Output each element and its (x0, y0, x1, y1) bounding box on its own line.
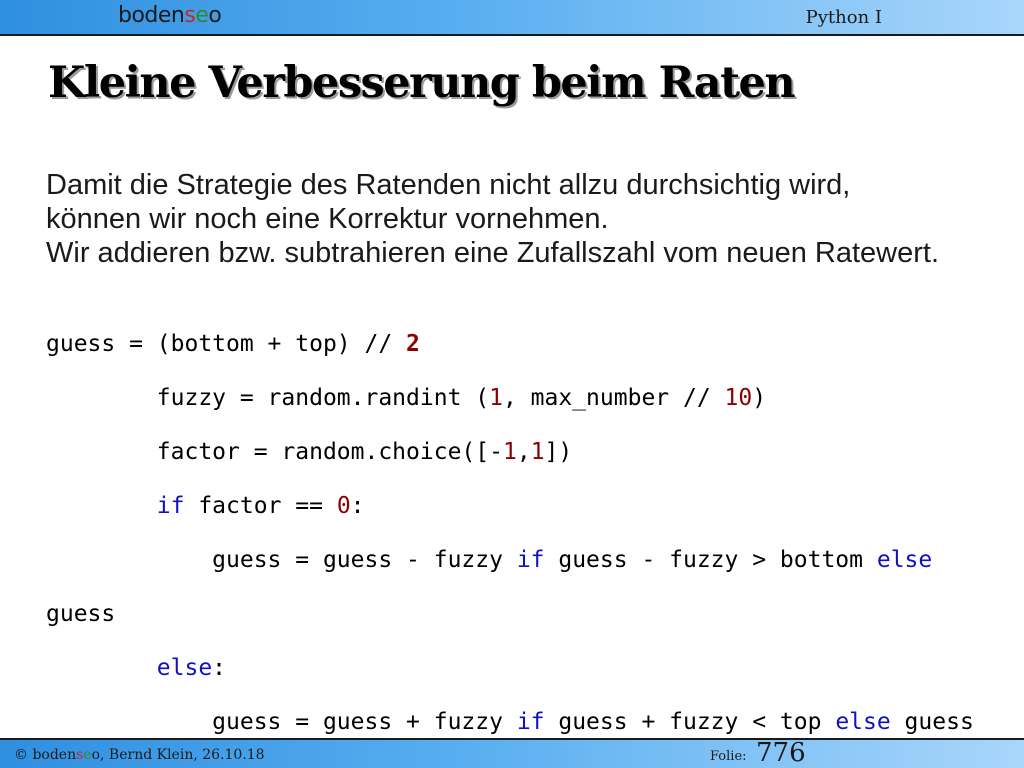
course-title: Python I (805, 7, 882, 28)
code-text: : (350, 493, 365, 519)
code-text: fuzzy = random.randint ( (46, 385, 490, 411)
code-text: , max_number // (502, 385, 725, 411)
code-keyword: if (516, 709, 545, 735)
code-line: fuzzy = random.randint (1, max_number //… (46, 385, 974, 412)
slide-number: 776 (756, 738, 806, 768)
code-text: factor == (184, 493, 337, 519)
code-line: guess (46, 601, 974, 628)
code-number: 10 (724, 385, 753, 411)
code-number: 1 (530, 439, 545, 465)
code-text: ]) (544, 439, 573, 465)
code-block: guess = (bottom + top) // 2 fuzzy = rand… (46, 304, 974, 763)
code-line: guess = guess - fuzzy if guess - fuzzy >… (46, 547, 974, 574)
code-text: guess = guess + fuzzy (46, 709, 517, 735)
header-bar: bodenseo Python I (0, 0, 1024, 36)
code-number: 2 (406, 331, 420, 357)
footer-bar: © bodenseo, Bernd Klein, 26.10.18 Folie:… (0, 738, 1024, 768)
slide-title: Kleine Verbesserung beim Raten (48, 58, 796, 108)
slide-body: Damit die Strategie des Ratenden nicht a… (46, 168, 1006, 270)
code-keyword: if (516, 547, 545, 573)
code-number: 1 (502, 439, 517, 465)
code-line: else: (46, 655, 974, 682)
code-text: guess (890, 709, 974, 735)
code-line: guess = guess + fuzzy if guess + fuzzy <… (46, 709, 974, 736)
logo-part-boden: boden (118, 3, 185, 28)
body-line: Wir addieren bzw. subtrahieren eine Zufa… (46, 237, 940, 269)
code-line: guess = (bottom + top) // 2 (46, 331, 974, 358)
code-keyword: if (156, 493, 185, 519)
slide-number-label: Folie: (710, 749, 747, 764)
code-text: ) (752, 385, 767, 411)
code-text: : (212, 655, 227, 681)
code-text: guess - fuzzy > bottom (544, 547, 877, 573)
logo-part-o: o (208, 3, 222, 28)
code-number: 0 (336, 493, 351, 519)
code-line: if factor == 0: (46, 493, 974, 520)
code-keyword: else (835, 709, 891, 735)
copyright-prefix: © boden (14, 747, 77, 763)
code-line: factor = random.choice([-1,1]) (46, 439, 974, 466)
copyright-logo-e: e (83, 747, 92, 763)
code-keyword: else (156, 655, 213, 681)
code-number: 1 (489, 385, 503, 411)
code-keyword: else (876, 547, 933, 573)
code-text: guess = (bottom + top) // (46, 331, 407, 357)
copyright-rest: o, Bernd Klein, 26.10.18 (91, 747, 265, 763)
body-line: können wir noch eine Korrektur vornehmen… (46, 203, 609, 235)
code-text: , (516, 439, 531, 465)
code-text: factor = random.choice([- (46, 439, 503, 465)
logo-part-s: s (184, 3, 196, 28)
code-text: guess = guess - fuzzy (46, 547, 517, 573)
logo-part-e: e (195, 3, 209, 28)
code-text: guess + fuzzy < top (544, 709, 836, 735)
bodenseo-logo: bodenseo (118, 3, 222, 28)
copyright-text: © bodenseo, Bernd Klein, 26.10.18 (14, 747, 265, 763)
body-line: Damit die Strategie des Ratenden nicht a… (46, 169, 851, 201)
code-text: guess (46, 601, 116, 627)
